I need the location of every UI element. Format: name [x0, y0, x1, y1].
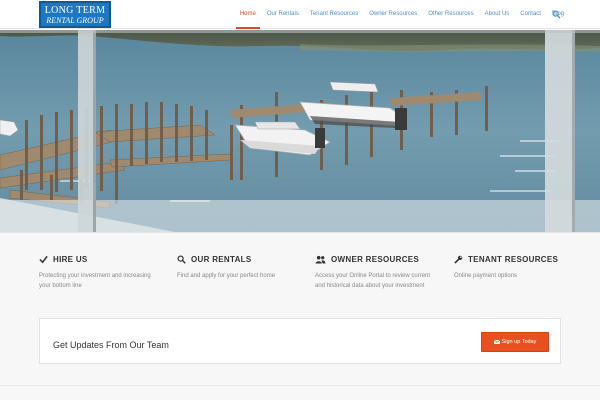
nav-our-rentals[interactable]: Our Rentals — [267, 0, 299, 29]
nav-other-resources[interactable]: Other Resources — [428, 0, 473, 29]
sign-up-button[interactable]: Sign up Today — [481, 332, 549, 352]
nav-home[interactable]: Home — [235, 0, 260, 29]
search-icon[interactable] — [552, 10, 561, 19]
features-section: HIRE US Protecting your investment and i… — [0, 232, 600, 400]
nav-owner-resources[interactable]: Owner Resources — [369, 0, 417, 29]
cta-title: Get Updates From Our Team — [53, 340, 169, 350]
main-nav: Home Our Rentals Tenant Resources Owner … — [229, 0, 564, 29]
feature-title-text: HIRE US — [53, 254, 88, 264]
feature-tenant-resources: TENANT RESOURCES Online payment options — [454, 253, 579, 282]
check-icon — [39, 255, 48, 263]
feature-title-text: TENANT RESOURCES — [468, 254, 559, 264]
site-logo[interactable]: LONG TERM RENTAL GROUP — [39, 1, 111, 28]
feature-description: Protecting your investment and increasin… — [39, 273, 151, 289]
feature-title-text: OUR RENTALS — [191, 254, 252, 264]
feature-title[interactable]: OUR RENTALS — [177, 253, 302, 265]
waterfront-docks-image — [0, 30, 600, 232]
nav-about-us[interactable]: About Us — [485, 0, 510, 29]
feature-description: Online payment options — [454, 273, 518, 279]
hero-image — [0, 30, 600, 232]
feature-title[interactable]: HIRE US — [39, 253, 164, 265]
section-divider — [0, 385, 600, 386]
wrench-icon — [454, 255, 463, 264]
feature-title[interactable]: OWNER RESOURCES — [315, 253, 440, 265]
sign-up-label: Sign up Today — [501, 339, 537, 345]
nav-tenant-resources[interactable]: Tenant Resources — [310, 0, 358, 29]
site-header: LONG TERM RENTAL GROUP Home Our Rentals … — [0, 0, 600, 29]
logo-line-2: RENTAL GROUP — [46, 16, 104, 25]
feature-our-rentals: OUR RENTALS Find and apply for your perf… — [177, 253, 302, 282]
nav-contact[interactable]: Contact — [520, 0, 541, 29]
feature-title-text: OWNER RESOURCES — [331, 254, 420, 264]
feature-title[interactable]: TENANT RESOURCES — [454, 253, 579, 265]
feature-owner-resources: OWNER RESOURCES Access your Online Porta… — [315, 253, 440, 291]
feature-description: Access your Online Portal to review curr… — [315, 273, 431, 289]
logo-line-1: LONG TERM — [44, 5, 106, 16]
feature-description: Find and apply for your perfect home — [177, 273, 276, 279]
feature-hire-us: HIRE US Protecting your investment and i… — [39, 253, 164, 291]
envelope-icon — [493, 340, 500, 344]
newsletter-cta: Get Updates From Our Team Sign up Today — [39, 318, 561, 364]
users-icon — [315, 255, 326, 264]
search-icon — [177, 254, 186, 264]
